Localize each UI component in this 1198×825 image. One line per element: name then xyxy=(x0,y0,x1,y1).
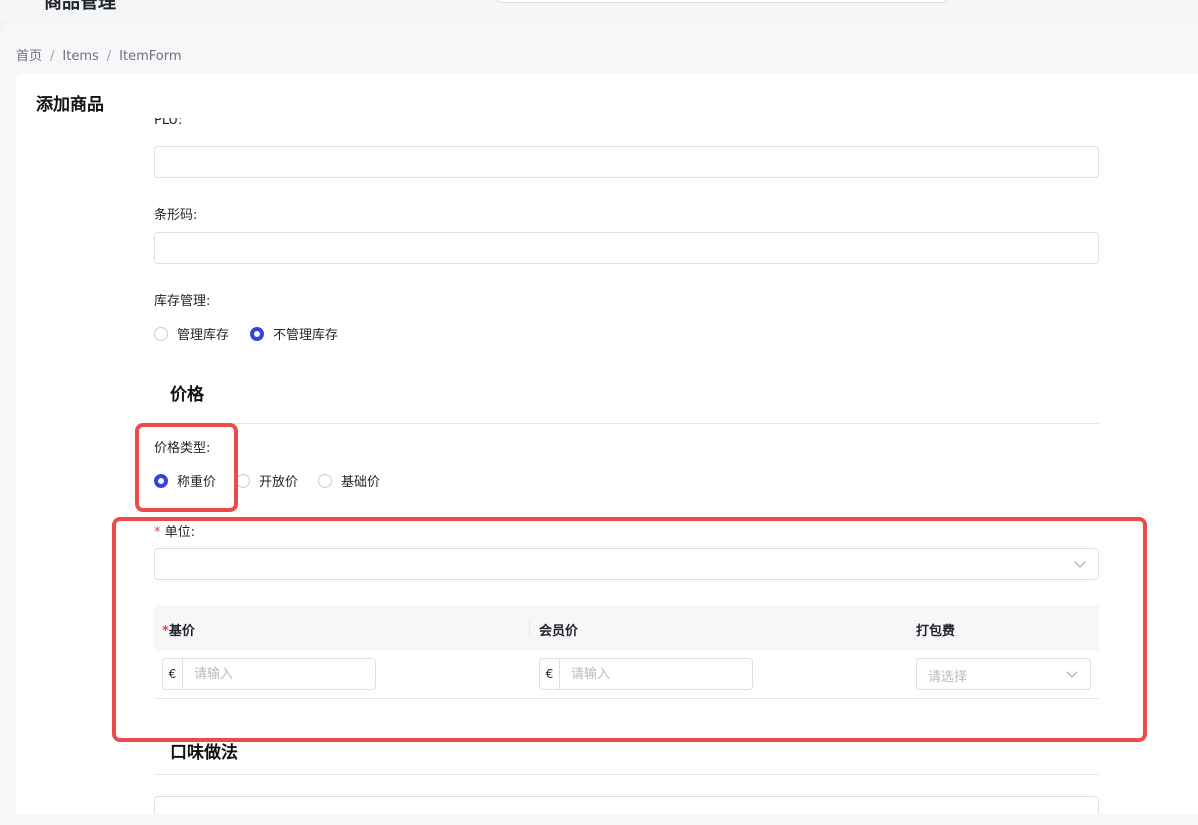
radio-label: 不管理库存 xyxy=(273,328,339,343)
plu-label: PLU: xyxy=(154,118,183,128)
inventory-label: 库存管理: xyxy=(154,294,211,309)
radio-checked-icon xyxy=(250,326,264,341)
breadcrumb-itemform: ItemForm xyxy=(119,49,182,64)
app-title: 商品管理 xyxy=(44,0,116,13)
breadcrumb-separator: / xyxy=(106,49,112,64)
radio-label: 基础价 xyxy=(341,475,381,490)
radio-unchecked-icon xyxy=(318,473,332,488)
breadcrumb-home[interactable]: 首页 xyxy=(16,49,42,64)
radio-open-price[interactable]: 开放价 xyxy=(236,471,298,490)
radio-no-inventory[interactable]: 不管理库存 xyxy=(250,324,338,343)
radio-base-price[interactable]: 基础价 xyxy=(318,471,380,490)
top-bar: 商品管理 xyxy=(0,0,1198,22)
breadcrumb-separator: / xyxy=(50,49,55,64)
global-search-input[interactable] xyxy=(496,0,948,3)
radio-unchecked-icon xyxy=(154,326,168,341)
highlight-price-type xyxy=(135,423,238,512)
barcode-label: 条形码: xyxy=(154,208,198,223)
highlight-unit-price-table xyxy=(112,517,1147,742)
price-section-title: 价格 xyxy=(170,385,204,405)
price-divider xyxy=(154,423,1099,424)
flavor-divider xyxy=(154,774,1099,775)
breadcrumb: 首页 / Items / ItemForm xyxy=(16,45,182,64)
barcode-input[interactable] xyxy=(154,232,1099,264)
radio-label: 管理库存 xyxy=(177,328,230,343)
page-title: 添加商品 xyxy=(36,95,104,115)
plu-input[interactable] xyxy=(154,146,1099,178)
radio-manage-inventory[interactable]: 管理库存 xyxy=(154,324,229,343)
radio-label: 开放价 xyxy=(259,475,299,490)
radio-unchecked-icon xyxy=(236,473,250,488)
breadcrumb-items[interactable]: Items xyxy=(62,49,98,64)
flavor-input[interactable] xyxy=(154,796,1099,814)
